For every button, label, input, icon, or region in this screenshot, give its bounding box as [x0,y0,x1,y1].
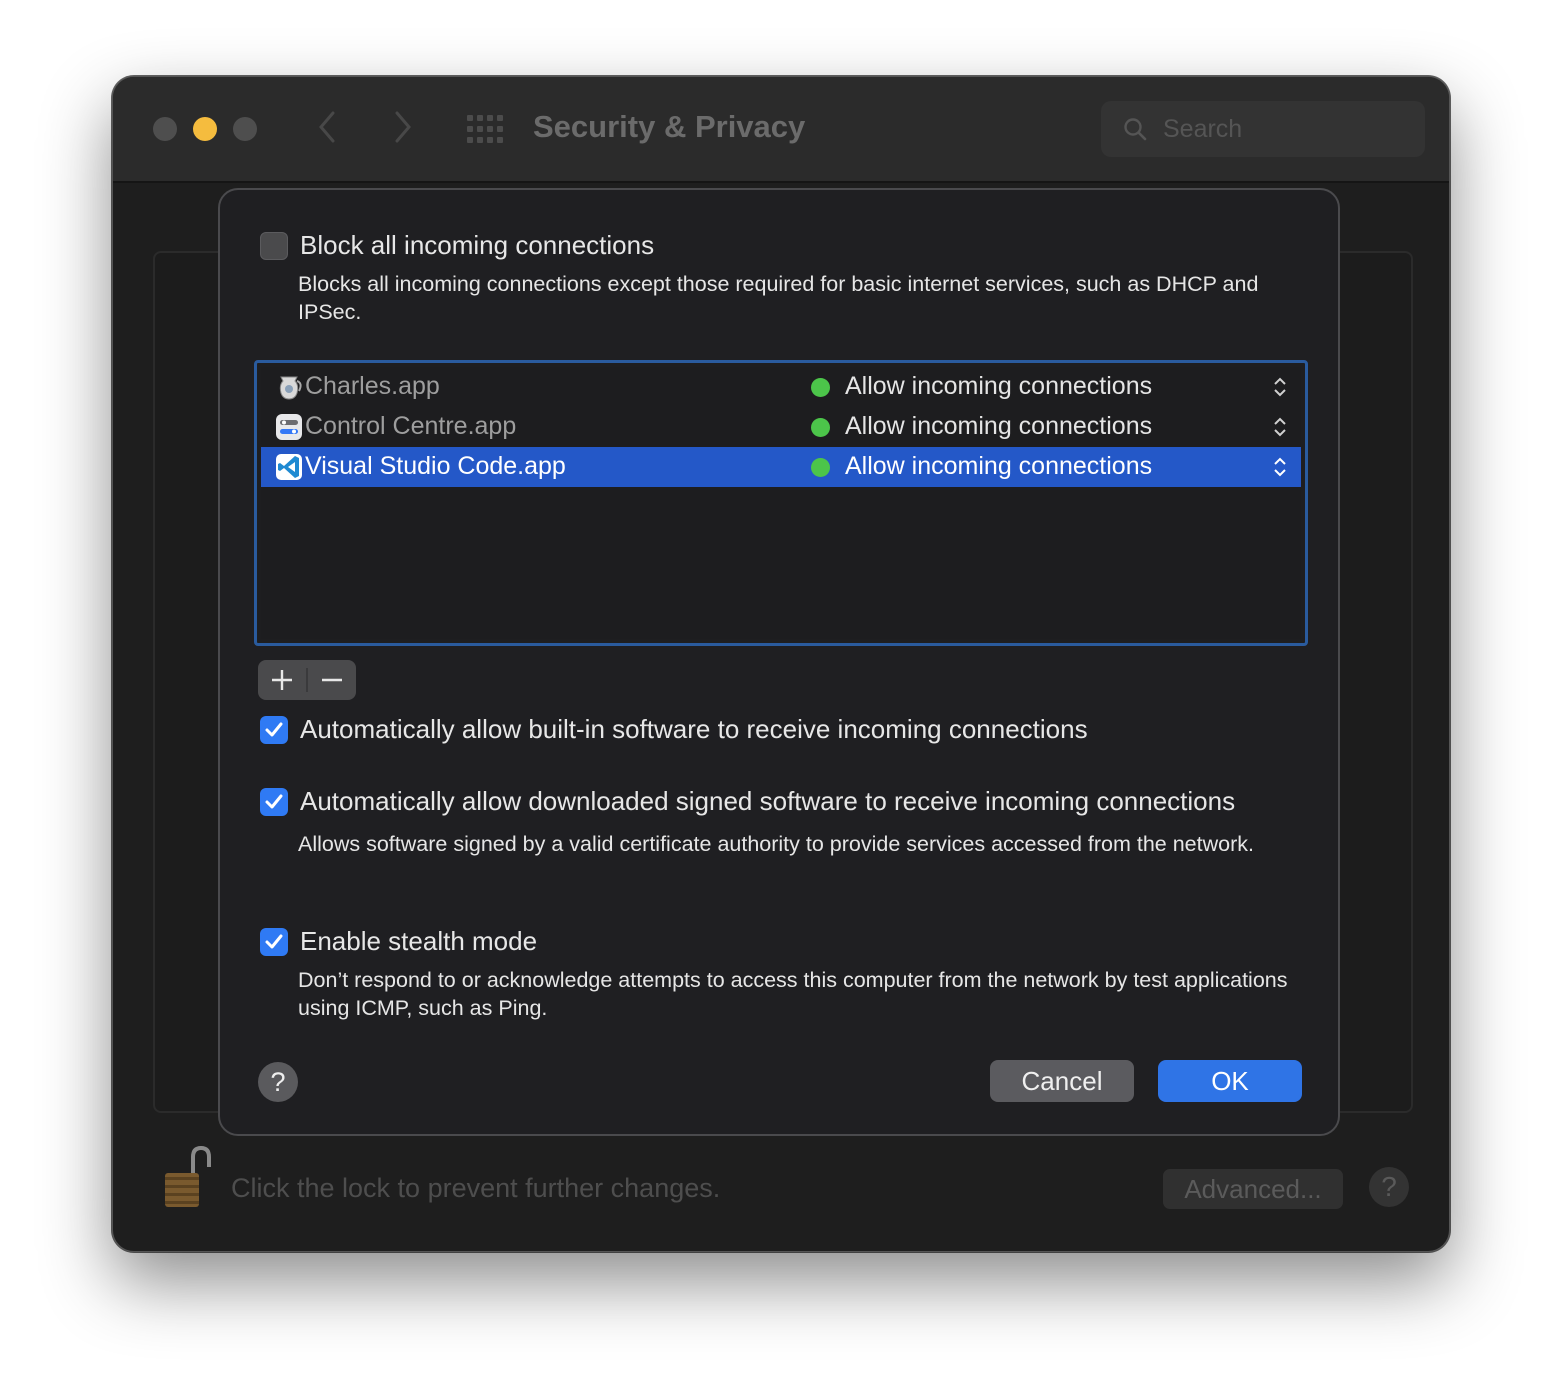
search-icon [1124,118,1147,141]
auto-builtin-checkbox[interactable] [260,716,288,744]
chevron-updown-icon[interactable] [1269,413,1291,441]
auto-builtin-label: Automatically allow built-in software to… [300,714,1088,744]
app-name: Charles.app [305,372,440,400]
app-status[interactable]: Allow incoming connections [845,412,1152,441]
auto-signed-label: Automatically allow downloaded signed so… [300,786,1236,816]
ok-button[interactable]: OK [1158,1060,1302,1102]
app-status[interactable]: Allow incoming connections [845,452,1152,481]
chevron-updown-icon[interactable] [1269,453,1291,481]
forward-arrow-icon[interactable] [391,107,415,154]
block-all-checkbox[interactable] [260,232,288,260]
status-green-dot [811,418,830,437]
close-window-button[interactable] [153,117,177,141]
chevron-updown-icon[interactable] [1269,373,1291,401]
search-placeholder: Search [1163,115,1243,143]
app-status[interactable]: Allow incoming connections [845,372,1152,401]
plus-icon [272,670,292,690]
app-name: Control Centre.app [305,412,517,440]
unlocked-padlock-icon[interactable] [163,1145,211,1211]
stealth-mode-checkbox[interactable] [260,928,288,956]
minus-icon [322,678,342,682]
checkmark-icon [265,794,283,809]
back-arrow-icon[interactable] [315,107,339,154]
block-all-label: Block all incoming connections [300,230,655,260]
firewall-options-sheet: Block all incoming connections Blocks al… [218,188,1340,1136]
add-remove-control [258,660,356,700]
window-title: Security & Privacy [533,109,806,144]
minimize-window-button[interactable] [193,117,217,141]
app-row-control-centre[interactable]: Control Centre.app Allow incoming connec… [261,407,1301,447]
zoom-window-button[interactable] [233,117,257,141]
auto-signed-checkbox[interactable] [260,788,288,816]
status-green-dot [811,378,830,397]
control-centre-icon [276,414,302,440]
app-row-vscode[interactable]: Visual Studio Code.app Allow incoming co… [261,447,1301,487]
stealth-mode-description: Don’t respond to or acknowledge attempts… [298,968,1288,1020]
app-row-charles[interactable]: Charles.app Allow incoming connections [261,367,1301,407]
apps-list-content: Charles.app Allow incoming connections C… [261,367,1301,639]
checkmark-icon [265,722,283,737]
apps-list[interactable]: Charles.app Allow incoming connections C… [254,360,1308,646]
remove-app-button[interactable] [308,660,356,700]
add-app-button[interactable] [258,660,306,700]
block-all-description: Blocks all incoming connections except t… [298,272,1259,324]
cancel-button[interactable]: Cancel [990,1060,1134,1102]
background-help-button[interactable]: ? [1369,1167,1409,1207]
advanced-button[interactable]: Advanced... [1163,1169,1343,1209]
vscode-icon [276,454,302,480]
title-bar: Security & Privacy Search [113,77,1449,183]
auto-signed-description: Allows software signed by a valid certif… [298,832,1254,856]
stealth-mode-label: Enable stealth mode [300,926,538,956]
search-field[interactable]: Search [1101,101,1425,157]
charles-jug-icon [279,376,302,400]
checkmark-icon [265,934,283,949]
app-name: Visual Studio Code.app [305,452,566,480]
lock-status-text: Click the lock to prevent further change… [231,1173,721,1203]
status-green-dot [811,458,830,477]
help-button[interactable]: ? [258,1062,298,1102]
show-all-grid-icon[interactable] [467,115,503,143]
